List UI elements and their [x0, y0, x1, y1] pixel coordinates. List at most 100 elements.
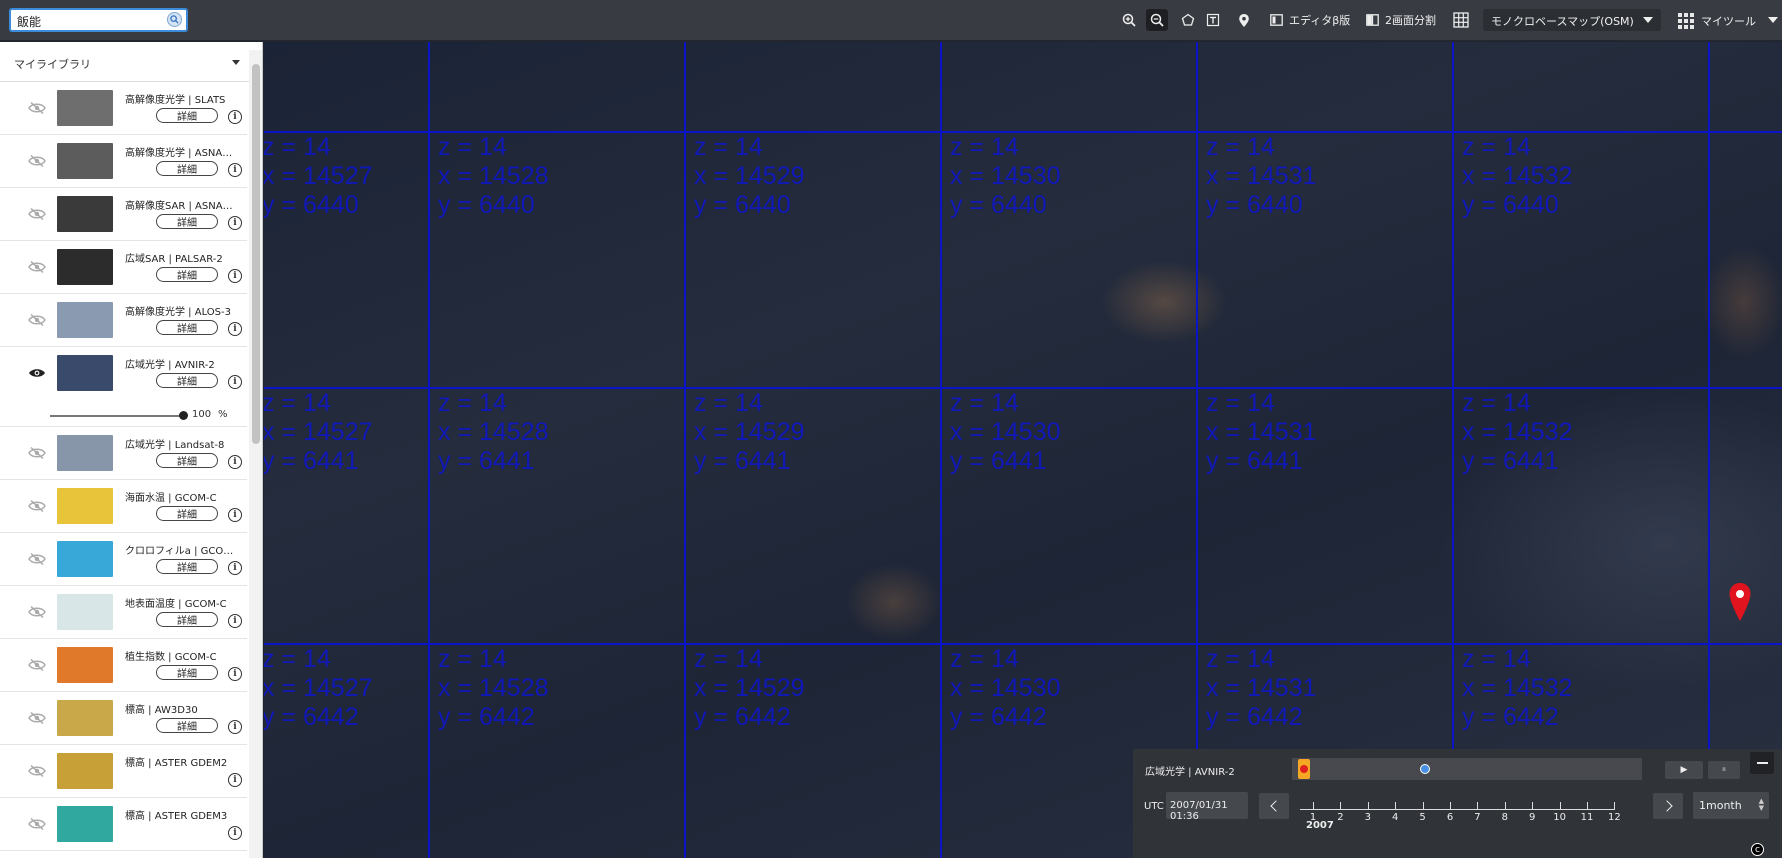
- layer-item[interactable]: 標高 | ASTER GDEM2 i: [0, 745, 247, 798]
- split-view-button[interactable]: 2画面分割: [1360, 9, 1442, 31]
- eye-hidden-icon[interactable]: [28, 764, 46, 778]
- layer-item[interactable]: 広域光学 | Landsat-8 詳細 i: [0, 427, 247, 480]
- tile-coordinate-label: z = 14 x = 14528 y = 6441: [438, 389, 549, 475]
- tile-grid-icon[interactable]: [1450, 9, 1472, 31]
- detail-button[interactable]: 詳細: [156, 559, 218, 574]
- detail-button[interactable]: 詳細: [156, 267, 218, 282]
- layer-item[interactable]: 高解像度SAR | ASNARO-2 詳細 i: [0, 188, 247, 241]
- eye-hidden-icon[interactable]: [28, 552, 46, 566]
- info-icon[interactable]: i: [228, 455, 242, 469]
- timeline-month-label: 12: [1608, 812, 1621, 823]
- detail-button[interactable]: 詳細: [156, 506, 218, 521]
- info-icon[interactable]: i: [228, 269, 242, 283]
- detail-button[interactable]: 詳細: [156, 612, 218, 627]
- detail-button[interactable]: 詳細: [156, 665, 218, 680]
- timeline-range-handle[interactable]: [1298, 759, 1310, 779]
- sidebar-scrollbar[interactable]: [249, 50, 262, 858]
- eye-hidden-icon[interactable]: [28, 313, 46, 327]
- eye-hidden-icon[interactable]: [28, 260, 46, 274]
- layer-item[interactable]: 海面水温 | GCOM-C 詳細 i: [0, 480, 247, 533]
- map-canvas[interactable]: z = 14 x = 14527 y = 6440 z = 14 x = 1452…: [264, 42, 1782, 858]
- info-icon[interactable]: i: [228, 508, 242, 522]
- eye-hidden-icon[interactable]: [28, 446, 46, 460]
- zoom-out-icon[interactable]: [1146, 9, 1168, 31]
- basemap-select[interactable]: モノクロベースマップ(OSM): [1483, 9, 1661, 31]
- eye-visible-icon[interactable]: [28, 366, 46, 380]
- pause-button[interactable]: ⏸: [1708, 761, 1740, 779]
- detail-button[interactable]: 詳細: [156, 453, 218, 468]
- layer-item[interactable]: 植生指数 | GCOM-C 詳細 i: [0, 639, 247, 692]
- eye-hidden-icon[interactable]: [28, 711, 46, 725]
- layer-thumbnail: [57, 594, 113, 630]
- layer-name: 標高 | ASTER GDEM3: [125, 811, 228, 822]
- step-select[interactable]: 1month ▲ ▼: [1693, 792, 1769, 819]
- editor-button[interactable]: エディタβ版: [1264, 9, 1356, 31]
- opacity-slider[interactable]: 100%: [50, 409, 240, 423]
- detail-button[interactable]: 詳細: [156, 214, 218, 229]
- polygon-draw-icon[interactable]: [1177, 9, 1199, 31]
- tile-coordinate-label: z = 14 x = 14529 y = 6441: [694, 389, 805, 475]
- chevron-down-icon[interactable]: [232, 60, 240, 65]
- info-icon[interactable]: i: [228, 322, 242, 336]
- location-pin-icon[interactable]: [1233, 9, 1255, 31]
- eye-hidden-icon[interactable]: [28, 499, 46, 513]
- info-icon[interactable]: i: [228, 561, 242, 575]
- eye-hidden-icon[interactable]: [28, 101, 46, 115]
- layer-list: 高解像度光学 | SLATS 詳細 i 高解像度光学 | ASNARO-1 詳細 i 高解像…: [0, 82, 262, 851]
- search-input[interactable]: 飯能: [9, 8, 188, 32]
- eye-hidden-icon[interactable]: [28, 658, 46, 672]
- copyright-icon[interactable]: c: [1751, 843, 1764, 856]
- info-icon[interactable]: i: [228, 110, 242, 124]
- layer-item[interactable]: 広域SAR | PALSAR-2 詳細 i: [0, 241, 247, 294]
- layer-item[interactable]: 標高 | ASTER GDEM3 i: [0, 798, 247, 851]
- timeline-current-handle[interactable]: [1420, 764, 1430, 774]
- layer-name: 植生指数 | GCOM-C: [125, 652, 217, 663]
- layer-item[interactable]: 地表面温度 | GCOM-C 詳細 i: [0, 586, 247, 639]
- info-icon[interactable]: i: [228, 614, 242, 628]
- layer-thumbnail: [57, 488, 113, 524]
- library-header[interactable]: マイライブラリ: [0, 42, 262, 82]
- info-icon[interactable]: i: [228, 667, 242, 681]
- detail-button[interactable]: 詳細: [156, 161, 218, 176]
- layer-item[interactable]: 高解像度光学 | ASNARO-1 詳細 i: [0, 135, 247, 188]
- layer-item[interactable]: 高解像度光学 | SLATS 詳細 i: [0, 82, 247, 135]
- eye-hidden-icon[interactable]: [28, 605, 46, 619]
- info-icon[interactable]: i: [228, 826, 242, 840]
- text-tool-icon[interactable]: [1202, 9, 1224, 31]
- detail-button[interactable]: 詳細: [156, 718, 218, 733]
- opacity-knob[interactable]: [179, 411, 188, 420]
- datetime-field[interactable]: 2007/01/31 01:36: [1166, 792, 1248, 822]
- prev-button[interactable]: [1259, 793, 1289, 819]
- timeline-track[interactable]: [1292, 758, 1642, 780]
- layer-item[interactable]: クロロフィルa | GCOM-C 詳細 i: [0, 533, 247, 586]
- info-icon[interactable]: i: [228, 773, 242, 787]
- search-icon[interactable]: [167, 12, 182, 27]
- timeline-scale[interactable]: 1 2 3 4 5 6 7 8 9 10 11 12: [1300, 797, 1621, 837]
- detail-button[interactable]: 詳細: [156, 108, 218, 123]
- eye-hidden-icon[interactable]: [28, 154, 46, 168]
- info-icon[interactable]: i: [228, 720, 242, 734]
- tile-coordinate-label: z = 14 x = 14531 y = 6440: [1206, 133, 1317, 219]
- next-button[interactable]: [1653, 793, 1683, 819]
- timeline-month-label: 7: [1474, 812, 1481, 823]
- eye-hidden-icon[interactable]: [28, 207, 46, 221]
- play-button[interactable]: ▶: [1665, 761, 1703, 779]
- info-icon[interactable]: i: [228, 163, 242, 177]
- info-icon[interactable]: i: [228, 216, 242, 230]
- timeline-month-label: 4: [1392, 812, 1399, 823]
- eye-hidden-icon[interactable]: [28, 817, 46, 831]
- tile-gridline: [1452, 42, 1454, 858]
- minimize-button[interactable]: [1750, 752, 1774, 774]
- detail-button[interactable]: 詳細: [156, 373, 218, 388]
- scrollbar-thumb[interactable]: [252, 64, 260, 444]
- detail-button[interactable]: 詳細: [156, 320, 218, 335]
- layer-item[interactable]: 標高 | AW3D30 詳細 i: [0, 692, 247, 745]
- layer-item[interactable]: 高解像度光学 | ALOS-3 詳細 i: [0, 294, 247, 347]
- info-icon[interactable]: i: [228, 375, 242, 389]
- my-tools-menu[interactable]: マイツール: [1675, 9, 1782, 31]
- timeline-year: 2007: [1306, 820, 1334, 831]
- map-marker-icon[interactable]: [1728, 582, 1752, 622]
- zoom-in-icon[interactable]: [1118, 9, 1140, 31]
- layer-item[interactable]: 広域光学 | AVNIR-2 詳細 i 100%: [0, 347, 247, 427]
- tile-coordinate-label: z = 14 x = 14532 y = 6442: [1462, 645, 1573, 731]
